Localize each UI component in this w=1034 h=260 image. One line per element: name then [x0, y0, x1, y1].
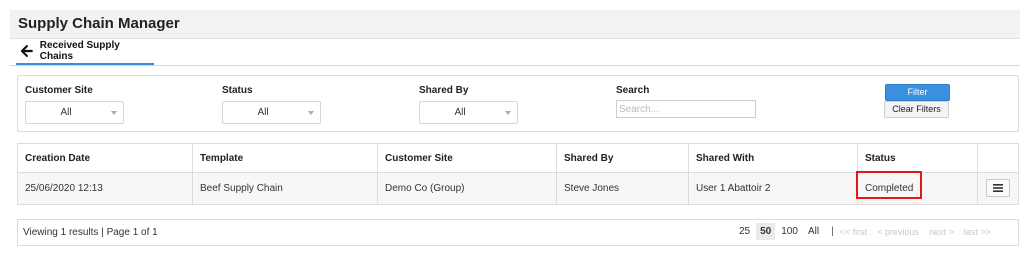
- app-header: Supply Chain Manager: [10, 10, 1020, 39]
- header-shared-by[interactable]: Shared By: [557, 144, 689, 172]
- search-label: Search: [616, 85, 650, 96]
- customer-site-value: All: [60, 107, 72, 118]
- tab-received-supply-chains[interactable]: Received Supply Chains: [16, 39, 154, 65]
- supply-chain-table: Creation Date Template Customer Site Sha…: [17, 143, 1019, 205]
- pager-separator: |: [831, 226, 834, 237]
- cell-shared-by: Steve Jones: [557, 173, 689, 204]
- chevron-down-icon: [505, 111, 511, 115]
- status-select[interactable]: All: [222, 101, 321, 124]
- cell-customer-site: Demo Co (Group): [378, 173, 557, 204]
- next-page-link[interactable]: next >: [929, 227, 954, 237]
- header-creation-date[interactable]: Creation Date: [18, 144, 193, 172]
- shared-by-label: Shared By: [419, 85, 469, 96]
- list-icon: [993, 184, 1003, 192]
- pagination-bar: Viewing 1 results | Page 1 of 1 25 50 10…: [17, 219, 1019, 246]
- page-size-selector: 25 50 100 All | << first < previous next…: [735, 223, 991, 240]
- status-filter-label: Status: [222, 85, 253, 96]
- cell-creation-date: 25/06/2020 12:13: [18, 173, 193, 204]
- status-highlight-box: [856, 171, 922, 199]
- last-page-link[interactable]: last >>: [964, 227, 991, 237]
- customer-site-select[interactable]: All: [25, 101, 124, 124]
- customer-site-label: Customer Site: [25, 85, 93, 96]
- cell-template: Beef Supply Chain: [193, 173, 378, 204]
- page-size-100[interactable]: 100: [777, 223, 802, 240]
- tab-bar: Received Supply Chains: [10, 39, 1020, 66]
- page-size-50[interactable]: 50: [756, 223, 776, 240]
- results-info: Viewing 1 results | Page 1 of 1: [23, 227, 158, 238]
- shared-by-value: All: [454, 107, 466, 118]
- header-shared-with[interactable]: Shared With: [689, 144, 858, 172]
- arrow-left-icon[interactable]: [20, 44, 34, 58]
- page-size-25[interactable]: 25: [735, 223, 754, 240]
- search-input[interactable]: [616, 100, 756, 118]
- page-size-all[interactable]: All: [804, 223, 823, 240]
- header-actions: [978, 144, 1018, 172]
- cell-shared-with: User 1 Abattoir 2: [689, 173, 858, 204]
- header-customer-site[interactable]: Customer Site: [378, 144, 557, 172]
- header-template[interactable]: Template: [193, 144, 378, 172]
- shared-by-select[interactable]: All: [419, 101, 518, 124]
- chevron-down-icon: [111, 111, 117, 115]
- first-page-link[interactable]: << first: [840, 227, 868, 237]
- previous-page-link[interactable]: < previous: [877, 227, 919, 237]
- row-menu-button[interactable]: [986, 179, 1010, 197]
- header-status[interactable]: Status: [858, 144, 978, 172]
- app-title: Supply Chain Manager: [18, 15, 180, 32]
- table-header-row: Creation Date Template Customer Site Sha…: [18, 144, 1018, 173]
- filter-button[interactable]: Filter: [885, 84, 950, 101]
- tab-label: Received Supply Chains: [39, 40, 120, 62]
- status-filter-value: All: [257, 107, 269, 118]
- clear-filters-button[interactable]: Clear Filters: [884, 101, 949, 118]
- filter-panel: Customer Site All Status All Shared By A…: [17, 75, 1019, 132]
- chevron-down-icon: [308, 111, 314, 115]
